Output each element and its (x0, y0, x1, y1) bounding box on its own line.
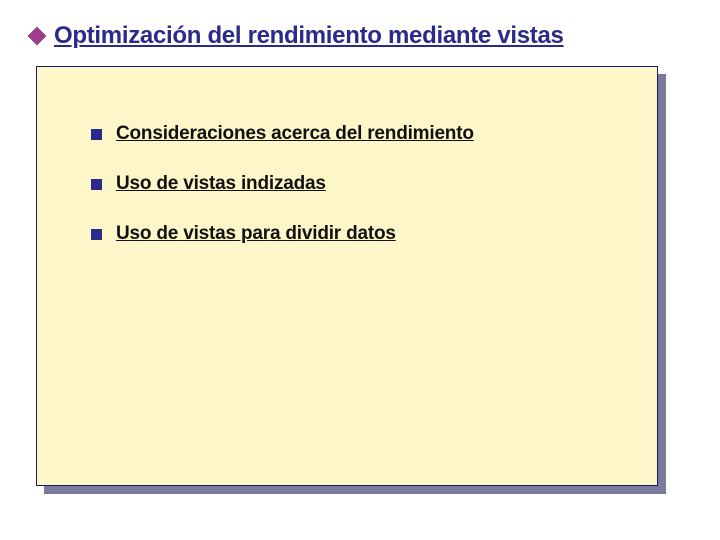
list-item: Consideraciones acerca del rendimiento (91, 123, 621, 145)
slide-title: Optimización del rendimiento mediante vi… (54, 22, 564, 50)
list-item: Uso de vistas para dividir datos (91, 223, 621, 245)
list-item: Uso de vistas indizadas (91, 173, 621, 195)
item-link-vistas-indizadas[interactable]: Uso de vistas indizadas (116, 173, 326, 195)
item-link-consideraciones[interactable]: Consideraciones acerca del rendimiento (116, 123, 474, 145)
diamond-icon (28, 27, 46, 45)
square-bullet-icon (91, 179, 102, 190)
content-panel: Consideraciones acerca del rendimiento U… (36, 66, 658, 486)
square-bullet-icon (91, 129, 102, 140)
item-link-dividir-datos[interactable]: Uso de vistas para dividir datos (116, 223, 396, 245)
slide-title-row: Optimización del rendimiento mediante vi… (28, 22, 564, 50)
square-bullet-icon (91, 229, 102, 240)
